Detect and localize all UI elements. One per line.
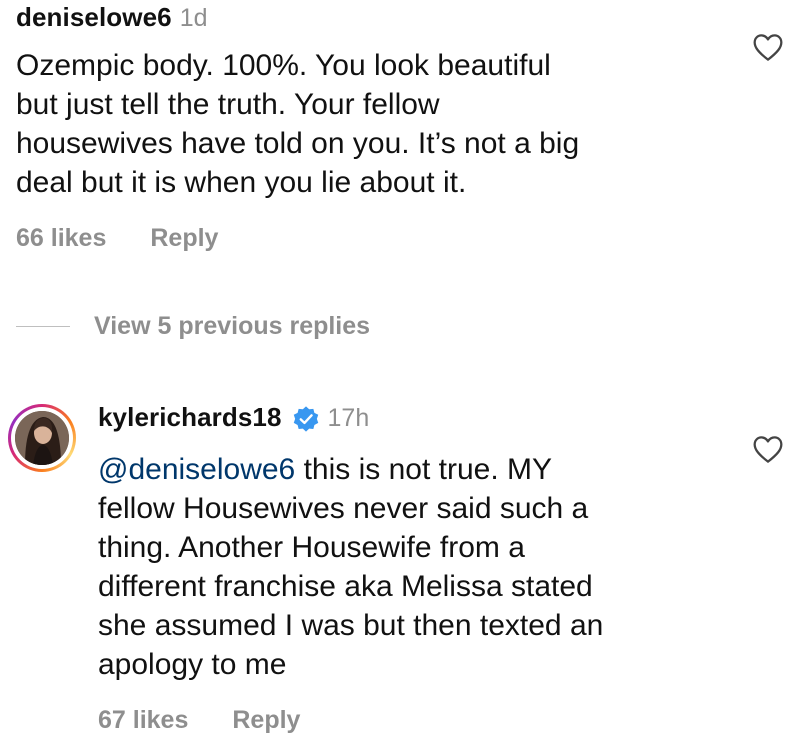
comment-text-line: fellow Housewives never said such a: [98, 492, 589, 525]
comment-header: deniselowe6 1d: [16, 2, 208, 33]
comment-username[interactable]: deniselowe6: [16, 2, 172, 33]
view-replies-label: View 5 previous replies: [94, 312, 371, 340]
avatar[interactable]: [8, 404, 76, 472]
comment-text: Ozempic body. 100%. You look beautiful b…: [16, 46, 579, 202]
comment: deniselowe6 1d Ozempic body. 100%. You l…: [0, 0, 800, 270]
comment-username[interactable]: kylerichards18: [98, 402, 282, 433]
comment-text-line: but just tell the truth. Your fellow: [16, 88, 440, 121]
comment-text-line: different franchise aka Melissa stated: [98, 570, 593, 603]
comment-text-line: housewives have told on you. It’s not a …: [16, 127, 580, 160]
comment-text-line: she assumed I was but then texted an: [98, 609, 604, 642]
mention-link[interactable]: @deniselowe6: [98, 453, 295, 486]
comment-text-line: apology to me: [98, 648, 287, 681]
comment-actions: 67 likes Reply: [98, 706, 300, 735]
comment-text-line: deal but it is when you lie about it.: [16, 166, 467, 199]
heart-outline-icon[interactable]: [752, 434, 784, 464]
profile-photo: [15, 411, 69, 465]
comment-timestamp: 17h: [327, 404, 370, 432]
heart-outline-icon[interactable]: [752, 32, 784, 62]
comment-header: kylerichards18 17h: [98, 402, 369, 433]
comment-timestamp: 1d: [179, 4, 208, 32]
verified-badge-icon: [293, 405, 318, 432]
reply-button[interactable]: Reply: [232, 706, 300, 735]
view-previous-replies-button[interactable]: View 5 previous replies: [16, 312, 370, 341]
comment-text: @deniselowe6 this is not true. MY fellow…: [98, 450, 603, 684]
like-count-button[interactable]: 66 likes: [16, 224, 106, 253]
comment-text-line: thing. Another Housewife from a: [98, 531, 525, 564]
comment-actions: 66 likes Reply: [16, 224, 218, 253]
comment-text-line: @deniselowe6 this is not true. MY: [98, 450, 603, 489]
comment-text-line: Ozempic body. 100%. You look beautiful: [16, 49, 551, 82]
reply-button[interactable]: Reply: [150, 224, 218, 253]
like-count-button[interactable]: 67 likes: [98, 706, 188, 735]
replies-divider-line: [16, 326, 70, 327]
comment-text-fragment: this is not true. MY: [295, 453, 553, 486]
avatar-ring-gap: [11, 407, 73, 469]
profile-photo-graphic: [15, 411, 69, 465]
